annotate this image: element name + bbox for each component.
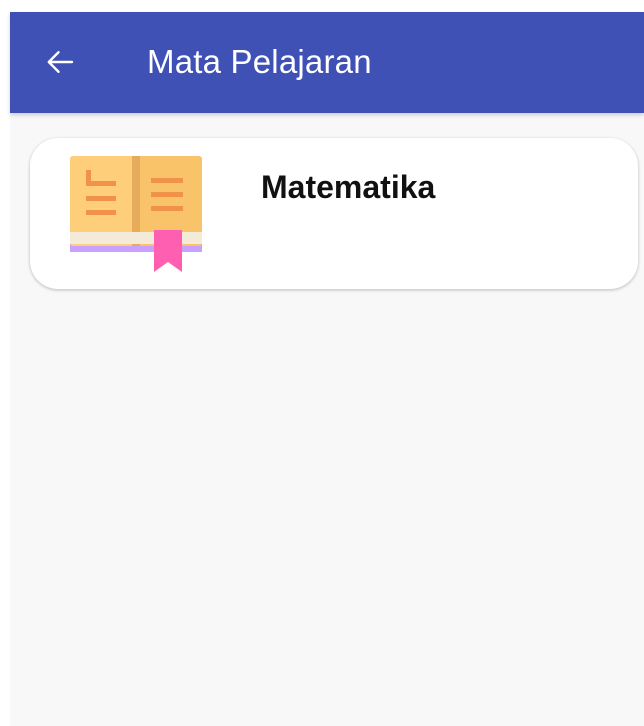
arrow-back-icon	[47, 51, 74, 73]
app-bar: Mata Pelajaran	[10, 12, 644, 113]
subject-name: Matematika	[261, 169, 436, 205]
back-button[interactable]	[40, 42, 80, 82]
page-title: Mata Pelajaran	[147, 43, 372, 80]
open-book-icon	[70, 156, 202, 272]
subject-card[interactable]: Matematika	[30, 138, 638, 289]
screen: Mata Pelajaran Matematika	[10, 12, 644, 726]
